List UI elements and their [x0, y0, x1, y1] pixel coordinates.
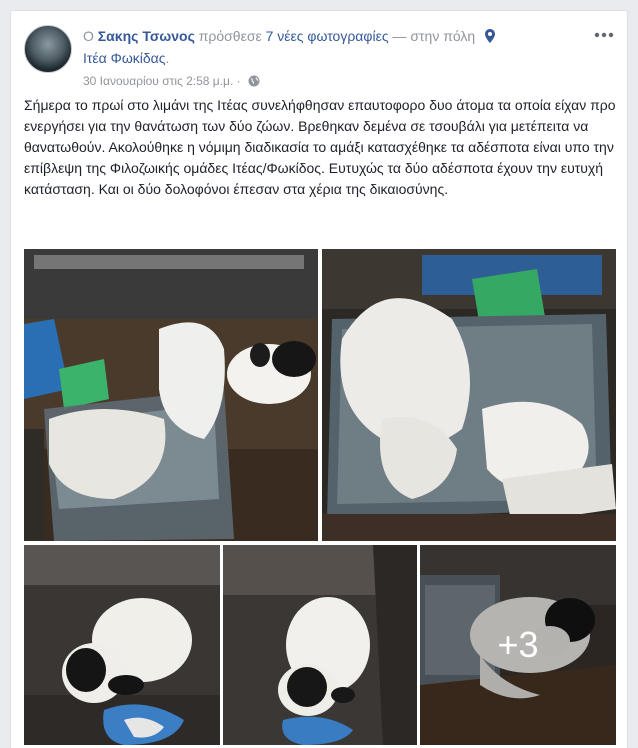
more-photos-count: +3: [497, 624, 539, 665]
location-suffix: .: [165, 50, 170, 66]
globe-icon[interactable]: [248, 75, 260, 87]
photo-4-image: [223, 545, 417, 745]
meta-separator: ·: [236, 74, 241, 88]
post-photo-2[interactable]: [322, 249, 616, 541]
post-photo-1[interactable]: [24, 249, 318, 541]
location-pin-icon: [485, 29, 496, 43]
photo-3-image: [24, 545, 220, 745]
author-avatar[interactable]: [24, 25, 72, 73]
photo-2-image: [322, 249, 616, 541]
post-photo-5[interactable]: +3: [420, 545, 616, 745]
header-prefix: Ο: [83, 28, 94, 44]
post-body-text: Σήμερα το πρωί στο λιμάνι της Ιτέας συνε…: [24, 97, 616, 197]
post-meta: 30 Ιανουαρίου στις 2:58 μ.μ. ·: [83, 73, 260, 89]
location-connector: — στην πόλη: [392, 28, 476, 44]
author-name-link[interactable]: Σακης Τσωνος: [98, 28, 195, 44]
more-photos-overlay[interactable]: +3: [420, 545, 616, 745]
photos-count-link[interactable]: 7 νέες φωτογραφίες: [266, 28, 389, 44]
post-card: Ο Σακης Τσωνος πρόσθεσε 7 νέες φωτογραφί…: [10, 10, 628, 748]
post-header: Ο Σακης Τσωνος πρόσθεσε 7 νέες φωτογραφί…: [83, 25, 573, 69]
header-action: πρόσθεσε: [198, 28, 262, 44]
photo-1-image: [24, 249, 318, 541]
post-photo-4[interactable]: [223, 545, 417, 745]
post-timestamp[interactable]: 30 Ιανουαρίου στις 2:58 μ.μ.: [83, 74, 233, 88]
post-photo-3[interactable]: [24, 545, 220, 745]
more-options-icon[interactable]: [593, 27, 615, 43]
location-link[interactable]: Ιτέα Φωκίδας: [83, 50, 166, 66]
